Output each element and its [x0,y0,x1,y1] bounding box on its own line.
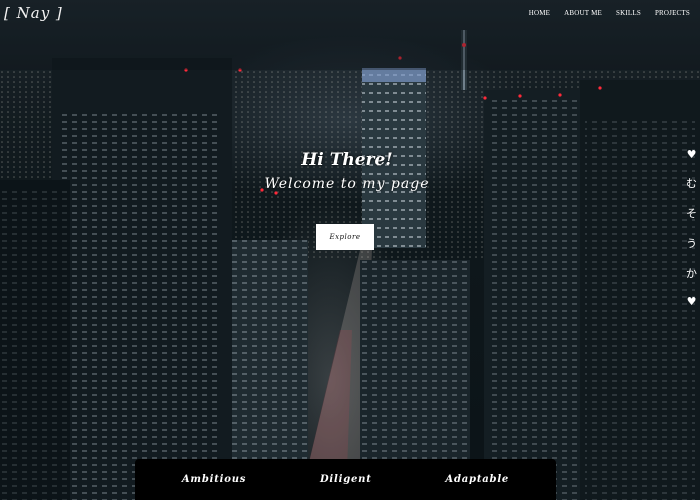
nav-home-link[interactable]: HOME [529,9,550,17]
explore-button[interactable]: Explore [316,224,374,250]
hero-greeting: Hi There! Welcome to my page [262,150,432,192]
hero-title: Hi There! [301,150,393,170]
side-rail-char: か [686,267,697,280]
side-rail-char: む [686,177,697,190]
main-nav: HOME ABOUT ME SKILLS PROJECTS [529,9,690,17]
nav-about-me-link[interactable]: ABOUT ME [564,9,602,17]
city-skyline-image [0,0,700,500]
site-logo[interactable]: [ Nay ] [4,4,63,22]
side-rail-char: そ [686,207,697,220]
nav-skills-link[interactable]: SKILLS [616,9,641,17]
side-rail: ♥ む そ う か ♥ [686,148,697,308]
trait-adaptable: Adaptable [445,474,510,485]
heart-icon: ♥ [686,295,697,308]
trait-ambitious: Ambitious [181,474,247,485]
trait-diligent: Diligent [319,474,372,485]
heart-icon: ♥ [686,148,697,161]
side-rail-char: う [686,237,697,250]
hero-subtitle: Welcome to my page [264,176,430,192]
traits-bar: Ambitious Diligent Adaptable [135,459,556,500]
nav-projects-link[interactable]: PROJECTS [655,9,690,17]
hero-background [0,0,700,500]
